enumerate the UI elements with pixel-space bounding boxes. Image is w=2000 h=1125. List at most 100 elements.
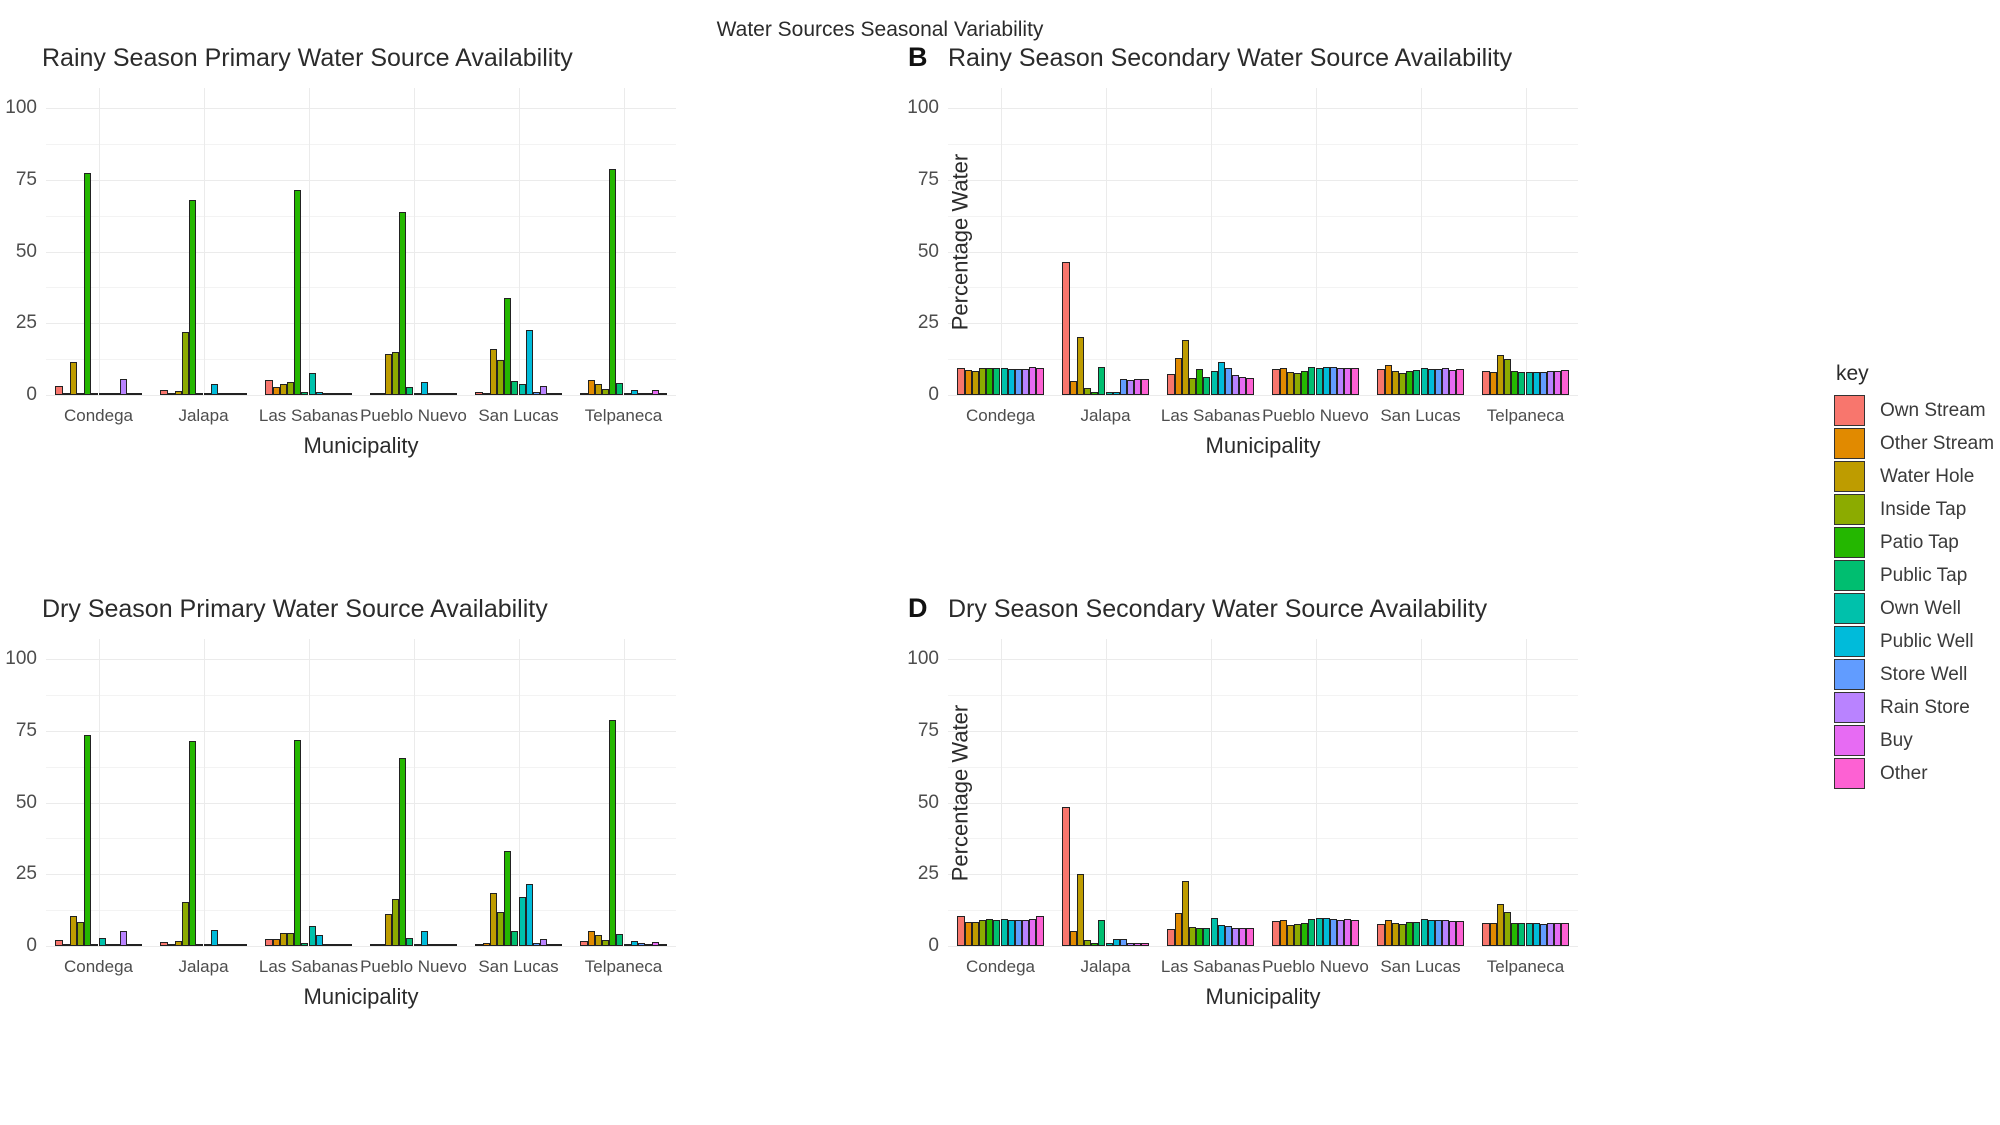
x-axis-tick-label: San Lucas — [478, 957, 559, 976]
legend-title: key — [1836, 362, 1869, 385]
bar — [489, 348, 497, 395]
bar — [1561, 922, 1569, 946]
x-axis-tick-label: Pueblo Nuevo — [360, 406, 467, 425]
grid-line-vertical — [1526, 88, 1527, 395]
bar — [1293, 372, 1302, 395]
grid-line-minor — [46, 287, 676, 289]
bar — [957, 368, 965, 395]
legend-item-label: Other Stream — [1880, 432, 1995, 454]
bar — [1098, 367, 1106, 395]
bar — [1196, 927, 1204, 946]
x-axis-tick-label: Condega — [63, 406, 134, 425]
grid-line-minor — [46, 143, 676, 145]
grid-line-major — [46, 802, 676, 804]
legend-item[interactable]: Other — [1834, 757, 1994, 790]
legend-item[interactable]: Inside Tap — [1834, 493, 1994, 526]
bar — [1119, 938, 1128, 946]
bar — [1434, 368, 1443, 395]
grid-line-major — [948, 108, 1578, 110]
x-axis-tick-label: Pueblo Nuevo — [1262, 957, 1369, 976]
legend-item[interactable]: Patio Tap — [1834, 526, 1994, 559]
y-axis-tick-label: 25 — [917, 863, 939, 885]
grid-line-major — [948, 179, 1578, 181]
legend-item[interactable]: Buy — [1834, 724, 1994, 757]
bar — [1377, 923, 1385, 946]
legend-item[interactable]: Public Tap — [1834, 559, 1994, 592]
legend-item-label: Buy — [1880, 729, 1913, 751]
y-axis-tick-label: 0 — [928, 935, 939, 956]
grid-line-vertical — [519, 88, 520, 395]
bar — [1547, 923, 1555, 946]
bar — [1561, 370, 1569, 395]
x-axis-tick-label: Condega — [965, 406, 1036, 425]
legend-item-label: Own Stream — [1880, 399, 1986, 421]
legend-item-label: Patio Tap — [1880, 531, 1959, 553]
panel-c-plot: 0 25 50 75 100 Condega Jalapa Las Sabanas Pueblo… — [5, 639, 676, 1009]
bar — [1518, 372, 1526, 395]
bar — [1217, 362, 1225, 395]
bar — [1203, 376, 1211, 395]
bar — [1112, 392, 1120, 395]
grid-line-major — [46, 108, 676, 110]
bar — [1119, 378, 1128, 395]
legend-item[interactable]: Other Stream — [1834, 427, 1994, 460]
legend-color-swatch — [1834, 758, 1865, 789]
bar — [1511, 371, 1519, 395]
y-axis-tick-label: 0 — [26, 935, 37, 956]
legend-item[interactable]: Store Well — [1834, 658, 1994, 691]
bar — [594, 384, 602, 395]
grid-line-minor — [948, 838, 1578, 840]
bar — [279, 383, 287, 395]
bar — [1232, 374, 1240, 395]
panel-b-plot: 0 25 50 75 100 Condega Jalapa Las Sabanas Pueblo… — [907, 88, 1578, 458]
bar — [1391, 370, 1399, 395]
x-axis-title: Municipality — [303, 433, 419, 458]
bar — [1286, 924, 1294, 946]
panel-d-letter: D — [908, 593, 928, 623]
grid-line-major — [948, 946, 1578, 947]
legend-item[interactable]: Public Well — [1834, 625, 1994, 658]
bar — [1456, 369, 1464, 395]
bar — [370, 393, 378, 395]
panel-b-title: Rainy Season Secondary Water Source Avai… — [948, 44, 1513, 72]
bar — [377, 944, 385, 946]
bar — [272, 386, 280, 395]
legend-item[interactable]: Rain Store — [1834, 691, 1994, 724]
bar — [986, 919, 994, 946]
bar — [449, 393, 457, 395]
bar — [547, 944, 555, 946]
panel-a-title: Rainy Season Primary Water Source Availa… — [42, 44, 573, 72]
bar — [406, 386, 414, 395]
bar — [120, 930, 128, 946]
chart-legend: key Own Stream Other Stream Water Hole Insi… — [1834, 363, 1994, 790]
legend-item[interactable]: Own Stream — [1834, 394, 1994, 427]
legend-item[interactable]: Water Hole — [1834, 460, 1994, 493]
y-axis-tick-label: 100 — [5, 648, 37, 670]
legend-item-label: Water Hole — [1880, 465, 1975, 487]
bar — [511, 931, 519, 946]
bar — [1022, 368, 1030, 395]
bar — [1174, 913, 1182, 946]
bar — [427, 393, 436, 395]
legend-color-swatch — [1834, 527, 1865, 558]
y-axis-title: Percentage Water — [947, 704, 973, 881]
bar — [1127, 379, 1135, 395]
bar — [1091, 392, 1099, 395]
bar — [1315, 368, 1323, 395]
bar — [1076, 337, 1084, 395]
bar — [482, 393, 490, 395]
panel-a-plot: 0 25 50 75 100 Condega Jalapa Las Sabanas Pueblo… — [5, 88, 676, 458]
grid-line-vertical — [309, 88, 310, 395]
grid-line-minor — [46, 215, 676, 217]
bar — [1210, 917, 1218, 946]
bar — [1308, 919, 1316, 946]
bar — [525, 884, 533, 946]
y-axis-tick-label: 75 — [15, 168, 37, 190]
bar — [112, 944, 121, 946]
x-axis-tick-label: Las Sabanas — [1160, 406, 1261, 425]
bar — [1210, 371, 1218, 395]
grid-line-major — [46, 730, 676, 732]
bar — [442, 393, 450, 395]
y-axis-tick-label: 75 — [917, 719, 939, 741]
legend-item[interactable]: Own Well — [1834, 592, 1994, 625]
